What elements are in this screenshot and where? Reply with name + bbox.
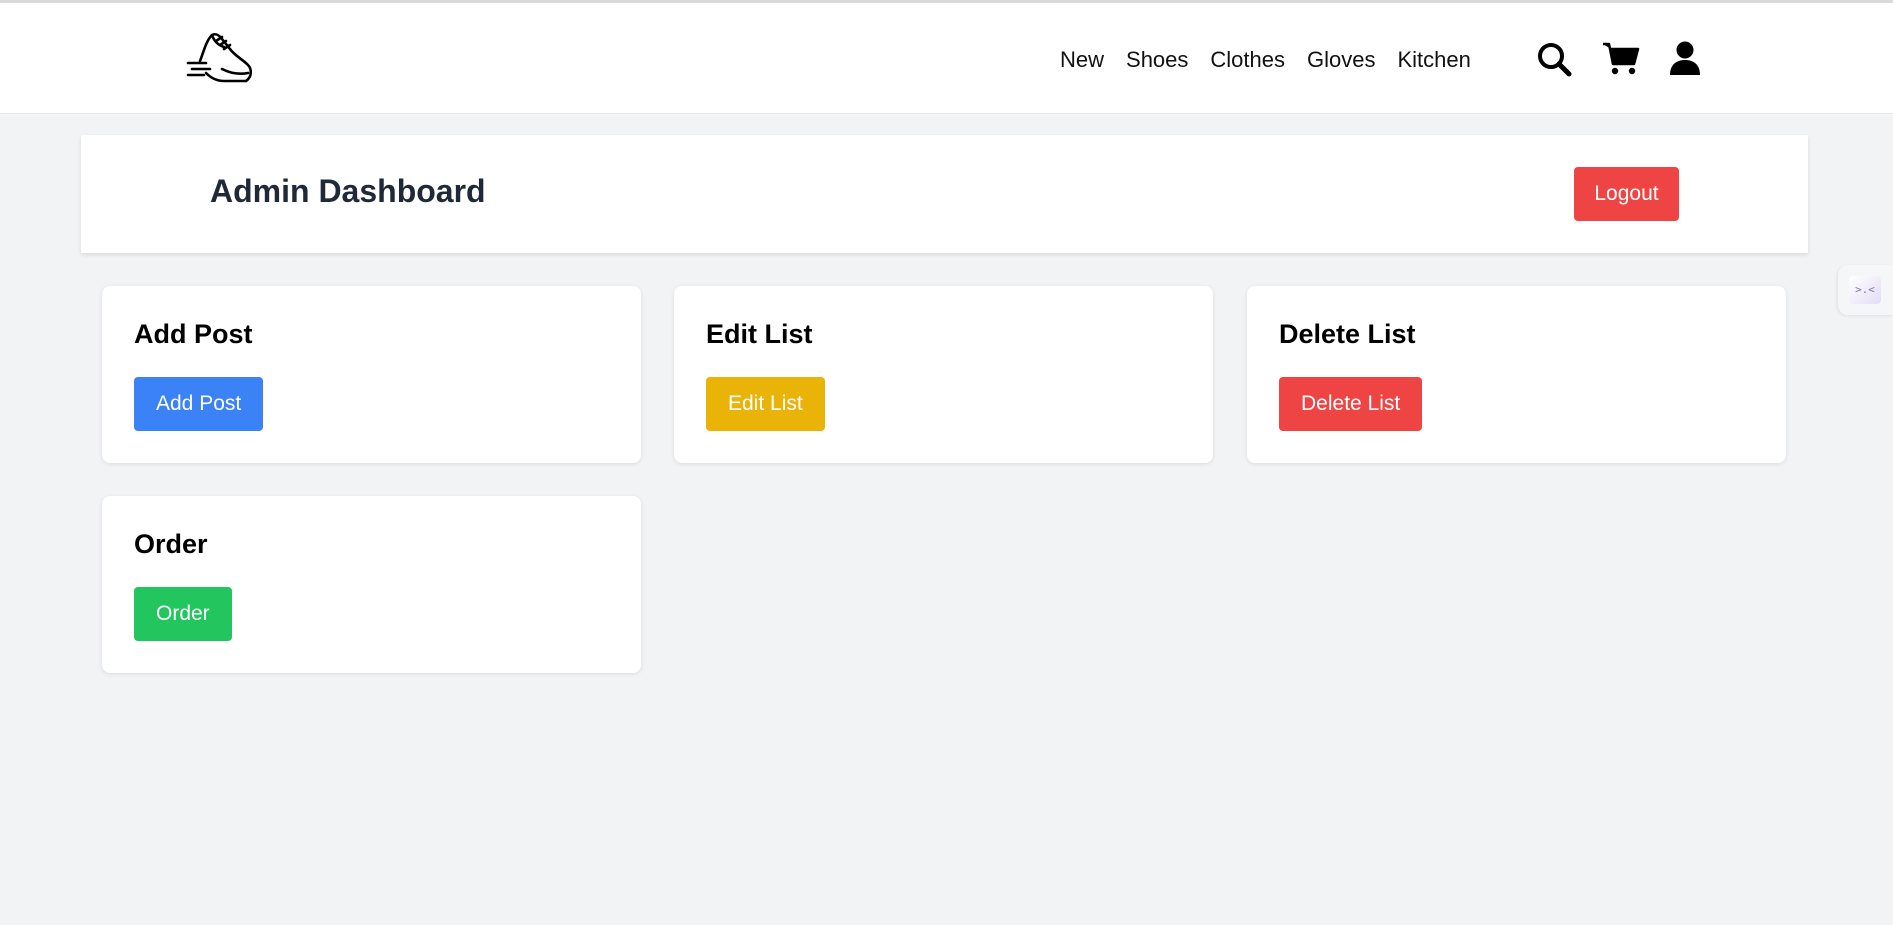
delete-list-button[interactable]: Delete List — [1279, 377, 1423, 431]
card-title: Order — [134, 529, 208, 559]
logo[interactable] — [186, 29, 254, 89]
nav-icon-group — [1536, 39, 1704, 79]
extension-icon: >.< — [1849, 276, 1881, 304]
user-icon[interactable] — [1668, 41, 1704, 77]
cart-icon[interactable] — [1602, 41, 1640, 77]
card-title: Add Post — [134, 319, 253, 349]
card-title: Edit List — [706, 319, 813, 349]
edit-list-card: Edit List Edit List — [674, 286, 1213, 463]
order-button[interactable]: Order — [134, 587, 232, 641]
dashboard-header: Admin Dashboard Logout — [81, 135, 1808, 253]
search-icon[interactable] — [1536, 41, 1572, 77]
add-post-card: Add Post Add Post — [102, 286, 641, 463]
nav-link-gloves[interactable]: Gloves — [1307, 47, 1375, 73]
card-title: Delete List — [1279, 319, 1416, 349]
nav-link-clothes[interactable]: Clothes — [1210, 47, 1285, 73]
main-nav: New Shoes Clothes Gloves Kitchen — [1060, 43, 1471, 77]
order-card: Order Order — [102, 496, 641, 673]
page-title: Admin Dashboard — [210, 173, 486, 209]
nav-link-kitchen[interactable]: Kitchen — [1397, 47, 1470, 73]
running-shoe-icon — [186, 32, 253, 83]
top-navbar: New Shoes Clothes Gloves Kitchen — [0, 3, 1893, 114]
side-extension-widget[interactable]: >.< — [1838, 265, 1893, 315]
logout-button[interactable]: Logout — [1574, 167, 1679, 221]
edit-list-button[interactable]: Edit List — [706, 377, 825, 431]
nav-link-new[interactable]: New — [1060, 47, 1104, 73]
add-post-button[interactable]: Add Post — [134, 377, 264, 431]
delete-list-card: Delete List Delete List — [1247, 286, 1786, 463]
nav-link-shoes[interactable]: Shoes — [1126, 47, 1188, 73]
